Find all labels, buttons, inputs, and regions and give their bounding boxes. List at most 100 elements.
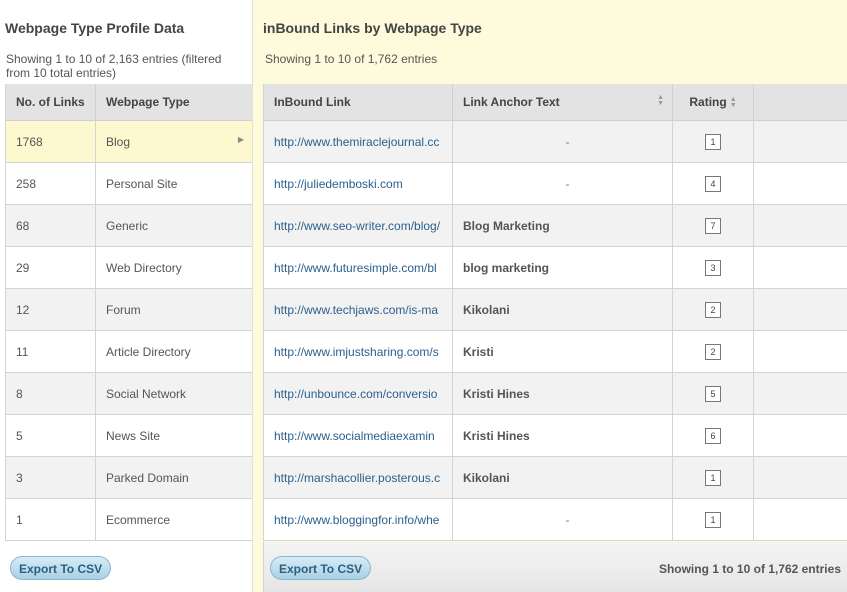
anchor-text-cell: Kikolani	[452, 456, 673, 499]
inbound-links-table: InBound Link Link Anchor Text ▲ ▼ Rating ▲…	[263, 84, 847, 541]
links-count-cell: 12	[5, 288, 96, 331]
rating-cell: 6	[672, 414, 754, 457]
inbound-link[interactable]: http://www.bloggingfor.info/whe	[274, 513, 439, 527]
inbound-link-cell: http://juliedemboski.com	[263, 162, 453, 205]
table-row: http://www.themiraclejournal.cc - 1	[263, 120, 847, 163]
table-row[interactable]: 12 Forum	[5, 288, 253, 331]
rating-badge: 5	[705, 385, 721, 402]
table-row[interactable]: 1 Ecommerce	[5, 498, 253, 541]
entries-info: Showing 1 to 10 of 1,762 entries	[265, 52, 438, 66]
webpage-type-cell[interactable]: Forum	[95, 288, 253, 331]
webpage-type-cell[interactable]: Generic	[95, 204, 253, 247]
webpage-type-cell[interactable]: Personal Site	[95, 162, 253, 205]
table-row[interactable]: 3 Parked Domain	[5, 456, 253, 499]
rating-cell: 1	[672, 498, 754, 541]
rating-cell: 2	[672, 288, 754, 331]
webpage-type-cell[interactable]: Web Directory	[95, 246, 253, 289]
entries-info: Showing 1 to 10 of 2,163 entries (filter…	[6, 52, 222, 80]
table-row[interactable]: 5 News Site	[5, 414, 253, 457]
table-row[interactable]: 1768 Blog ▶	[5, 120, 253, 163]
webpage-type-label: Ecommerce	[106, 512, 171, 527]
inbound-link[interactable]: http://www.futuresimple.com/bl	[274, 261, 437, 275]
empty-cell	[753, 330, 847, 373]
column-header-type[interactable]: Webpage Type	[95, 84, 253, 121]
empty-cell	[753, 498, 847, 541]
webpage-type-cell[interactable]: Article Directory	[95, 330, 253, 373]
anchor-text-header-label: Link Anchor Text	[463, 95, 560, 109]
inbound-link[interactable]: http://juliedemboski.com	[274, 177, 403, 191]
column-header-rating[interactable]: Rating ▲ ▼	[672, 84, 754, 121]
empty-cell	[753, 288, 847, 331]
table-row[interactable]: 258 Personal Site	[5, 162, 253, 205]
table-row: http://www.bloggingfor.info/whe - 1	[263, 498, 847, 541]
webpage-type-cell[interactable]: Social Network	[95, 372, 253, 415]
rating-badge: 2	[705, 343, 721, 360]
rating-badge: 1	[705, 133, 721, 150]
right-footer: Export To CSV Showing 1 to 10 of 1,762 e…	[263, 542, 847, 592]
anchor-text-cell: -	[452, 162, 673, 205]
inbound-link-cell: http://www.themiraclejournal.cc	[263, 120, 453, 163]
rating-badge: 2	[705, 301, 721, 318]
anchor-text-cell: Kikolani	[452, 288, 673, 331]
links-count-cell: 258	[5, 162, 96, 205]
inbound-link-cell: http://www.socialmediaexamin	[263, 414, 453, 457]
rating-cell: 3	[672, 246, 754, 289]
inbound-link-cell: http://www.imjustsharing.com/s	[263, 330, 453, 373]
table-row: http://www.imjustsharing.com/s Kristi 2	[263, 330, 847, 373]
webpage-type-cell[interactable]: Parked Domain	[95, 456, 253, 499]
empty-cell	[753, 372, 847, 415]
webpage-type-table: No. of Links Webpage Type 1768 Blog ▶ 258 Pe…	[5, 84, 253, 541]
inbound-link[interactable]: http://www.themiraclejournal.cc	[274, 135, 439, 149]
table-row[interactable]: 8 Social Network	[5, 372, 253, 415]
inbound-link[interactable]: http://marshacollier.posterous.c	[274, 471, 440, 485]
inbound-link-cell: http://unbounce.com/conversio	[263, 372, 453, 415]
inbound-link[interactable]: http://www.techjaws.com/is-ma	[274, 303, 438, 317]
webpage-type-label: Article Directory	[106, 344, 191, 359]
inbound-link-cell: http://marshacollier.posterous.c	[263, 456, 453, 499]
links-count-cell: 8	[5, 372, 96, 415]
panel-title: inBound Links by Webpage Type	[263, 20, 482, 36]
inbound-link-cell: http://www.techjaws.com/is-ma	[263, 288, 453, 331]
webpage-type-label: Personal Site	[106, 176, 178, 191]
links-count-cell: 1	[5, 498, 96, 541]
inbound-links-panel: inBound Links by Webpage Type Showing 1 …	[252, 0, 847, 592]
rating-badge: 1	[705, 511, 721, 528]
panel-title: Webpage Type Profile Data	[5, 20, 185, 36]
webpage-type-cell[interactable]: Blog ▶	[95, 120, 253, 163]
table-row: http://unbounce.com/conversio Kristi Hine…	[263, 372, 847, 415]
table-row[interactable]: 29 Web Directory	[5, 246, 253, 289]
inbound-link[interactable]: http://unbounce.com/conversio	[274, 387, 437, 401]
webpage-type-label: Web Directory	[106, 260, 182, 275]
sort-icon[interactable]: ▲ ▼	[657, 94, 664, 107]
table-row[interactable]: 68 Generic	[5, 204, 253, 247]
inbound-link-cell: http://www.futuresimple.com/bl	[263, 246, 453, 289]
column-header-inbound-link[interactable]: InBound Link	[263, 84, 453, 121]
export-csv-button[interactable]: Export To CSV	[270, 556, 372, 580]
inbound-link[interactable]: http://www.imjustsharing.com/s	[274, 345, 439, 359]
rating-cell: 1	[672, 456, 754, 499]
webpage-type-label: Generic	[106, 218, 149, 233]
anchor-text-cell: Kristi Hines	[452, 372, 673, 415]
webpage-type-cell[interactable]: Ecommerce	[95, 498, 253, 541]
column-header-empty	[753, 84, 847, 121]
table-row: http://juliedemboski.com - 4	[263, 162, 847, 205]
webpage-type-label: Parked Domain	[106, 470, 189, 485]
rating-cell: 7	[672, 204, 754, 247]
inbound-link[interactable]: http://www.socialmediaexamin	[274, 429, 435, 443]
anchor-text-cell: -	[452, 120, 673, 163]
links-count-cell: 68	[5, 204, 96, 247]
links-count-cell: 29	[5, 246, 96, 289]
table-row[interactable]: 11 Article Directory	[5, 330, 253, 373]
table-row: http://www.seo-writer.com/blog/Blog Mark…	[263, 204, 847, 247]
empty-cell	[753, 120, 847, 163]
inbound-link[interactable]: http://www.seo-writer.com/blog/	[274, 219, 440, 233]
webpage-type-label: Social Network	[106, 386, 187, 401]
webpage-type-cell[interactable]: News Site	[95, 414, 253, 457]
column-header-links[interactable]: No. of Links	[5, 84, 96, 121]
column-header-anchor-text[interactable]: Link Anchor Text ▲ ▼	[452, 84, 673, 121]
export-csv-button[interactable]: Export To CSV	[10, 556, 112, 580]
sort-icon[interactable]: ▲ ▼	[730, 96, 737, 109]
rating-badge: 4	[705, 175, 721, 192]
webpage-type-label: Forum	[106, 302, 141, 317]
empty-cell	[753, 204, 847, 247]
